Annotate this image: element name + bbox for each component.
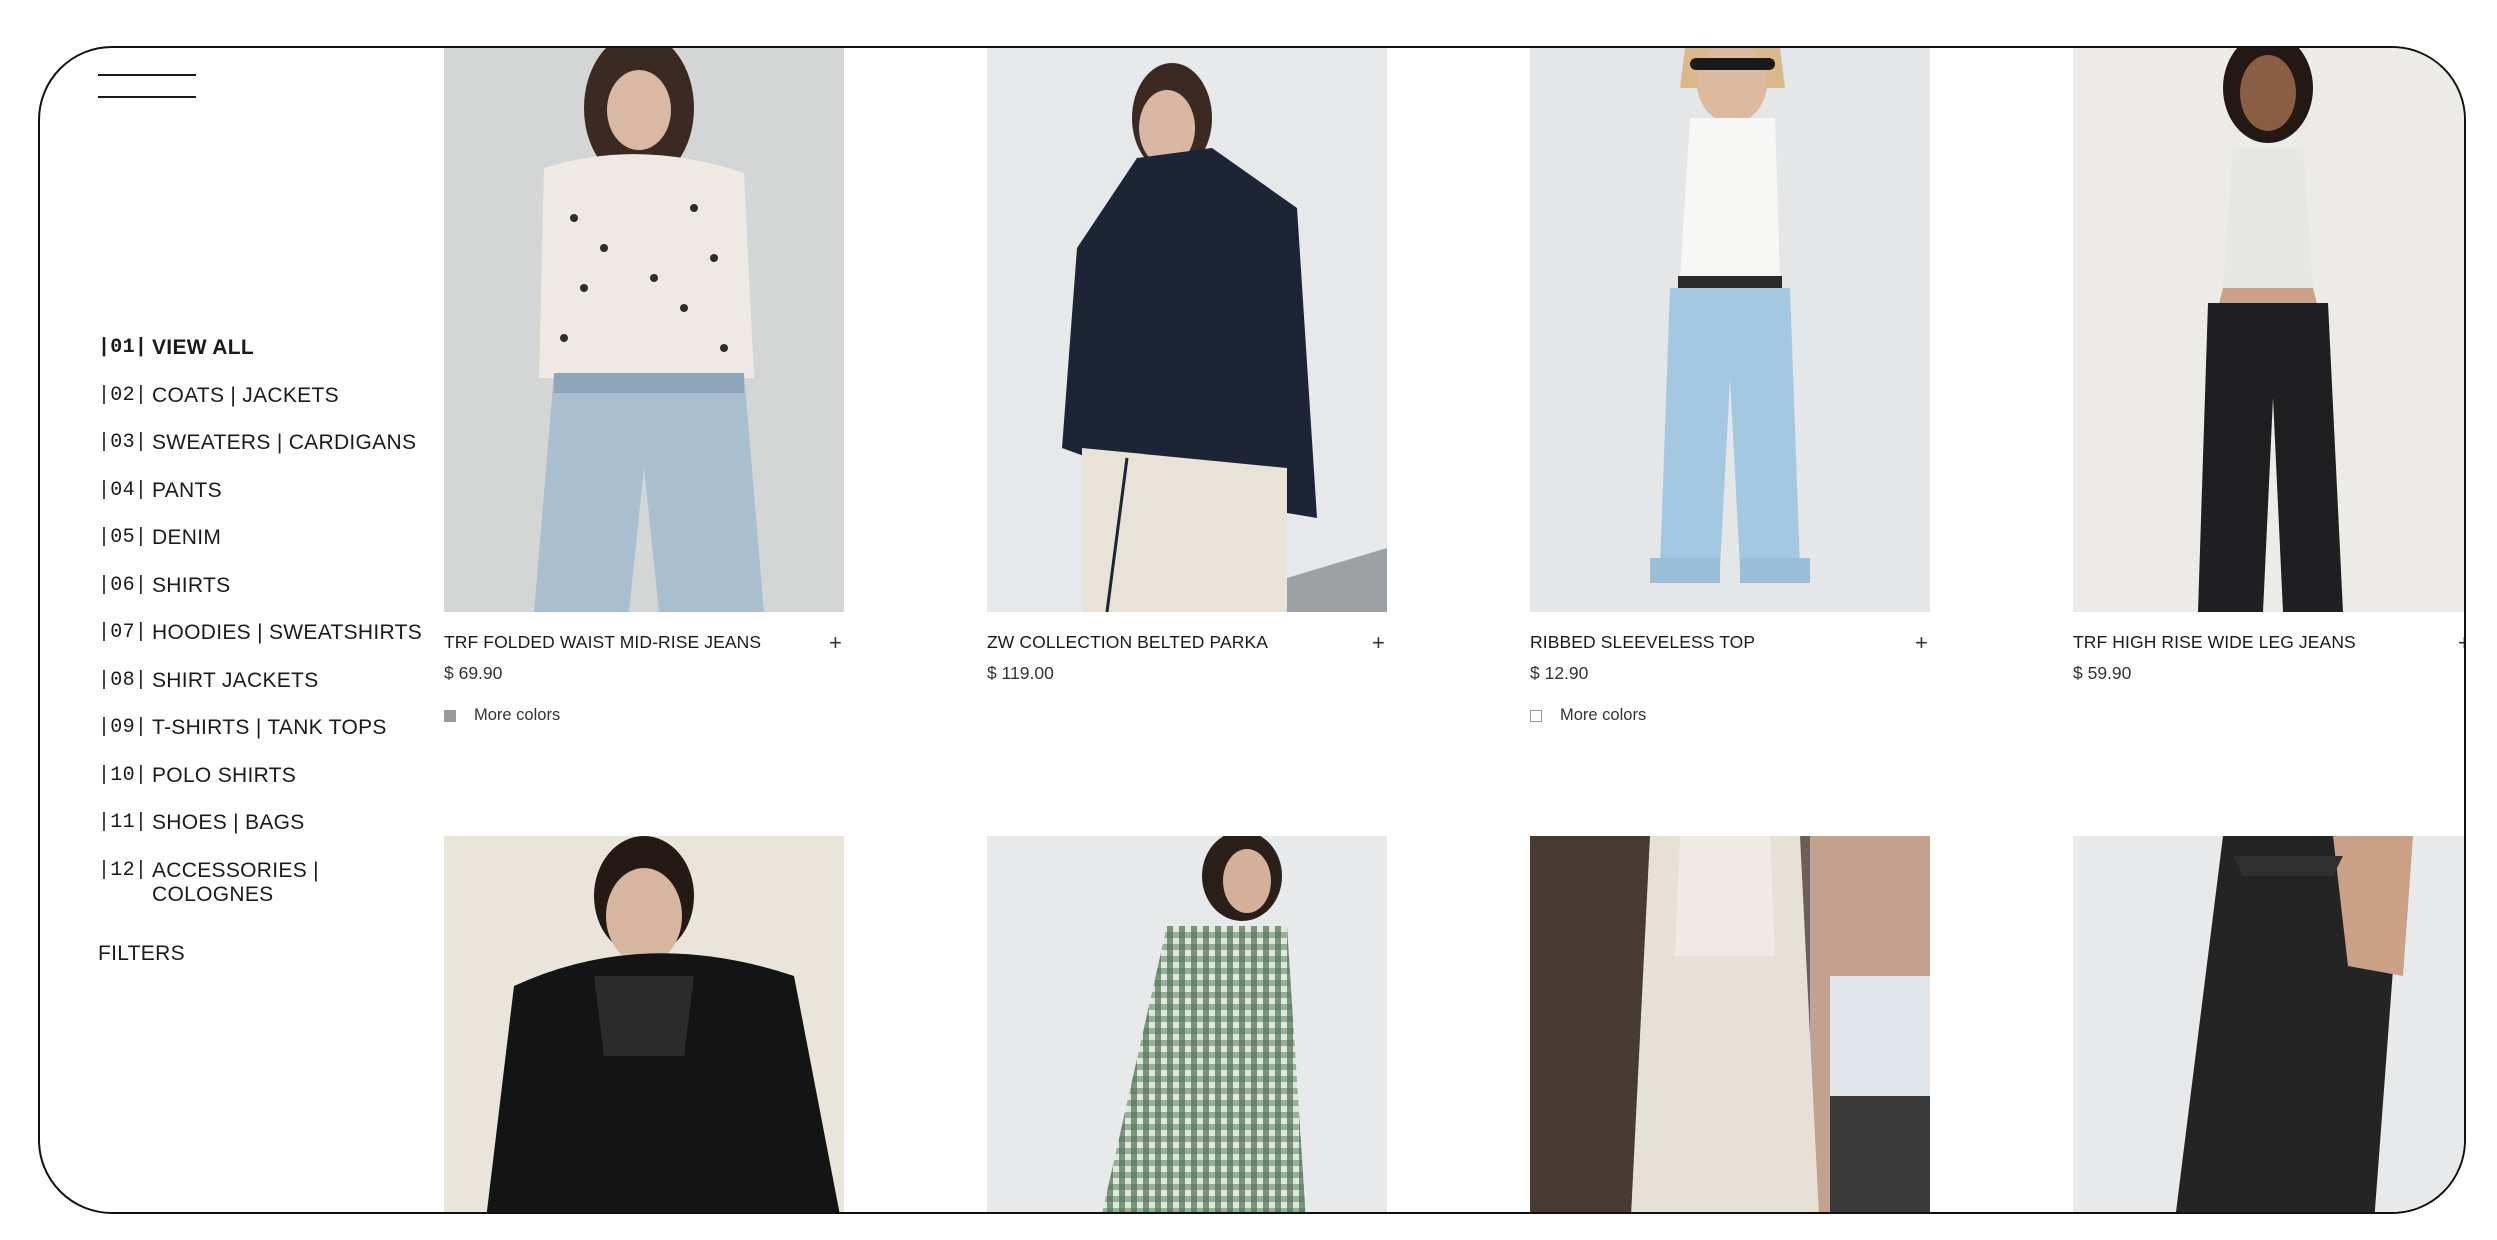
category-sidebar: |01| VIEW ALL |02| COATS | JACKETS |03| … <box>98 336 438 919</box>
product-image[interactable] <box>444 836 844 1212</box>
product-card: RIBBED SLEEVELESS TOP + $ 12.90 More col… <box>1530 48 1930 725</box>
category-shoes-bags[interactable]: |11| SHOES | BAGS <box>98 811 438 859</box>
product-image[interactable] <box>1530 48 1930 612</box>
product-card: TRF HIGH RISE WIDE LEG JEANS + $ 59.90 <box>2073 48 2464 684</box>
category-label: DENIM <box>152 526 222 549</box>
product-name[interactable]: TRF FOLDED WAIST MID-RISE JEANS <box>444 632 761 653</box>
product-info-row: TRF FOLDED WAIST MID-RISE JEANS + <box>444 631 844 653</box>
add-to-cart-plus-icon[interactable]: + <box>2458 631 2464 653</box>
category-number: |06| <box>98 573 148 597</box>
product-card <box>444 836 844 1212</box>
product-image[interactable] <box>444 48 844 612</box>
category-label: VIEW ALL <box>152 336 254 359</box>
product-price: $ 12.90 <box>1530 663 1589 683</box>
category-number: |08| <box>98 668 148 692</box>
add-to-cart-plus-icon[interactable]: + <box>1372 631 1387 653</box>
category-accessories-colognes[interactable]: |12| ACCESSORIES | COLOGNES <box>98 859 438 919</box>
category-number: |11| <box>98 811 148 834</box>
product-card: ZW COLLECTION BELTED PARKA + $ 119.00 <box>987 48 1387 684</box>
add-to-cart-plus-icon[interactable]: + <box>1915 631 1930 653</box>
category-label: POLO SHIRTS <box>152 763 297 787</box>
category-number: |12| <box>98 858 148 882</box>
color-swatch-icon <box>444 709 456 722</box>
filters-button[interactable]: FILTERS <box>98 942 185 966</box>
menu-icon-bar <box>98 96 196 98</box>
category-sweaters-cardigans[interactable]: |03| SWEATERS | CARDIGANS <box>98 431 438 479</box>
color-swatch-icon <box>1530 709 1542 722</box>
category-tshirts-tank-tops[interactable]: |09| T-SHIRTS | TANK TOPS <box>98 716 438 764</box>
product-info-row: RIBBED SLEEVELESS TOP + <box>1530 631 1930 653</box>
product-card <box>987 836 1387 1212</box>
product-image[interactable] <box>987 836 1387 1212</box>
category-coats-jackets[interactable]: |02| COATS | JACKETS <box>98 384 438 432</box>
menu-icon-bar <box>98 74 196 76</box>
category-number: |10| <box>98 763 148 787</box>
category-number: |04| <box>98 478 148 502</box>
product-price: $ 59.90 <box>2073 663 2132 683</box>
category-number: |02| <box>98 383 148 407</box>
more-colors-link[interactable]: More colors <box>444 706 844 725</box>
app-window: |01| VIEW ALL |02| COATS | JACKETS |03| … <box>38 46 2466 1214</box>
menu-icon[interactable] <box>98 72 196 98</box>
more-colors-label: More colors <box>474 706 561 724</box>
category-label: SHIRTS <box>152 573 231 597</box>
category-pants[interactable]: |04| PANTS <box>98 479 438 527</box>
product-card <box>1530 836 1930 1212</box>
product-card: TRF FOLDED WAIST MID-RISE JEANS + $ 69.9… <box>444 48 844 725</box>
more-colors-link[interactable]: More colors <box>1530 706 1930 725</box>
product-card <box>2073 836 2464 1212</box>
more-colors-label: More colors <box>1560 706 1647 724</box>
category-polo-shirts[interactable]: |10| POLO SHIRTS <box>98 764 438 812</box>
product-name[interactable]: RIBBED SLEEVELESS TOP <box>1530 632 1755 653</box>
category-label: HOODIES | SWEATSHIRTS <box>152 621 423 644</box>
product-image[interactable] <box>2073 836 2464 1212</box>
category-label: PANTS <box>152 478 222 502</box>
category-number: |03| <box>98 431 148 454</box>
category-label: SHOES | BAGS <box>152 811 305 834</box>
add-to-cart-plus-icon[interactable]: + <box>829 631 844 653</box>
category-shirt-jackets[interactable]: |08| SHIRT JACKETS <box>98 669 438 717</box>
category-hoodies-sweatshirts[interactable]: |07| HOODIES | SWEATSHIRTS <box>98 621 438 669</box>
product-price: $ 69.90 <box>444 663 503 683</box>
product-info-row: TRF HIGH RISE WIDE LEG JEANS + <box>2073 631 2464 653</box>
category-number: |01| <box>98 336 148 359</box>
category-denim[interactable]: |05| DENIM <box>98 526 438 574</box>
category-label: T-SHIRTS | TANK TOPS <box>152 716 387 739</box>
category-label: SWEATERS | CARDIGANS <box>152 431 417 454</box>
product-name[interactable]: TRF HIGH RISE WIDE LEG JEANS <box>2073 632 2356 653</box>
product-price: $ 119.00 <box>987 663 1054 683</box>
product-image[interactable] <box>1530 836 1930 1212</box>
category-label: SHIRT JACKETS <box>152 668 319 692</box>
product-name[interactable]: ZW COLLECTION BELTED PARKA <box>987 632 1268 653</box>
category-shirts[interactable]: |06| SHIRTS <box>98 574 438 622</box>
product-image[interactable] <box>987 48 1387 612</box>
category-number: |05| <box>98 526 148 549</box>
category-number: |07| <box>98 621 148 644</box>
category-view-all[interactable]: |01| VIEW ALL <box>98 336 438 384</box>
category-label: COATS | JACKETS <box>152 383 339 407</box>
product-info-row: ZW COLLECTION BELTED PARKA + <box>987 631 1387 653</box>
category-label: ACCESSORIES | COLOGNES <box>152 858 319 906</box>
category-number: |09| <box>98 716 148 739</box>
product-image[interactable] <box>2073 48 2464 612</box>
